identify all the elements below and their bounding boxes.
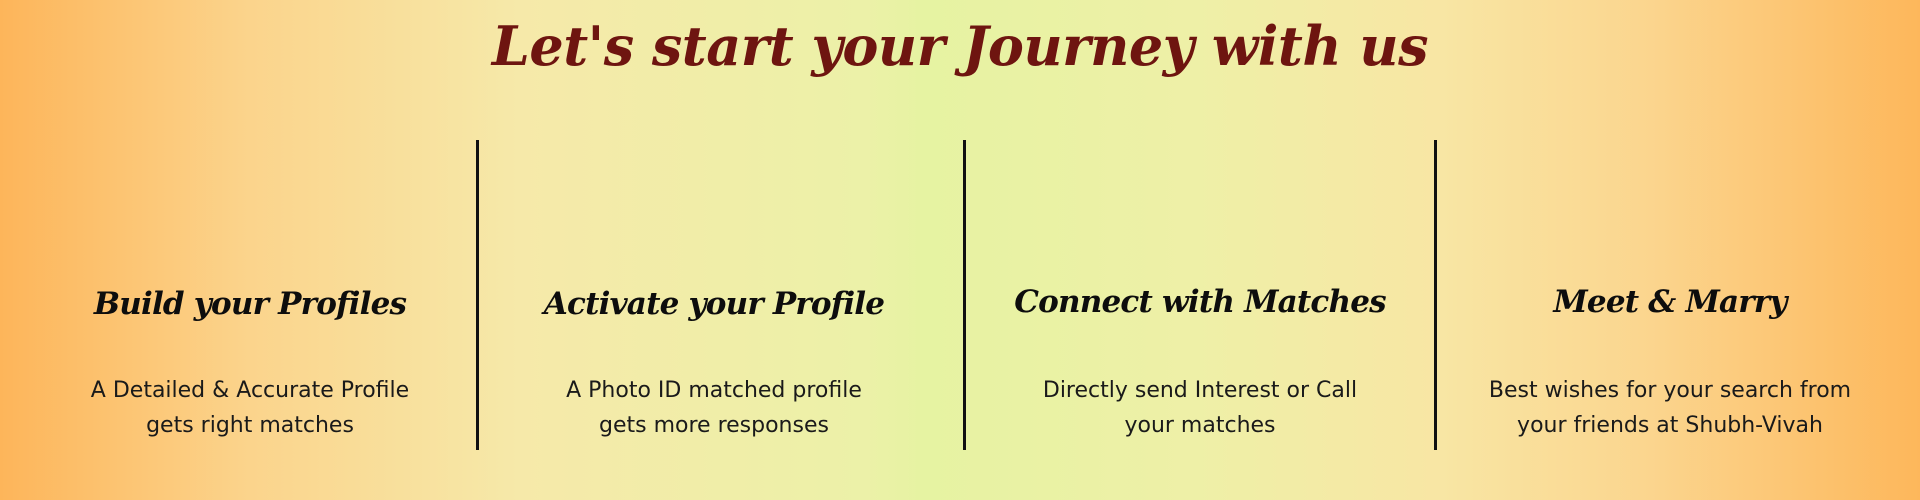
page-title: Let's start your Journey with us [491, 14, 1429, 78]
step-title: Connect with Matches [1014, 284, 1386, 320]
step-description: A Detailed & Accurate Profile gets right… [90, 378, 410, 438]
step-description: A Photo ID matched profile gets more res… [566, 378, 862, 438]
step-build-profile: Build your Profiles A Detailed & Accurat… [40, 140, 460, 450]
step-divider [476, 140, 479, 450]
journey-steps: Build your Profiles A Detailed & Accurat… [0, 140, 1920, 450]
step-divider [1434, 140, 1437, 450]
step-activate-profile: Activate your Profile A Photo ID matched… [504, 140, 924, 450]
step-description: Directly send Interest or Call your matc… [1042, 378, 1358, 438]
step-title: Build your Profiles [93, 286, 407, 322]
step-title: Activate your Profile [543, 286, 885, 322]
step-divider [963, 140, 966, 450]
step-meet-marry: Meet & Marry Best wishes for your search… [1460, 140, 1880, 450]
step-title: Meet & Marry [1553, 284, 1787, 320]
step-connect-matches: Connect with Matches Directly send Inter… [990, 140, 1410, 450]
step-description: Best wishes for your search from your fr… [1488, 378, 1852, 438]
